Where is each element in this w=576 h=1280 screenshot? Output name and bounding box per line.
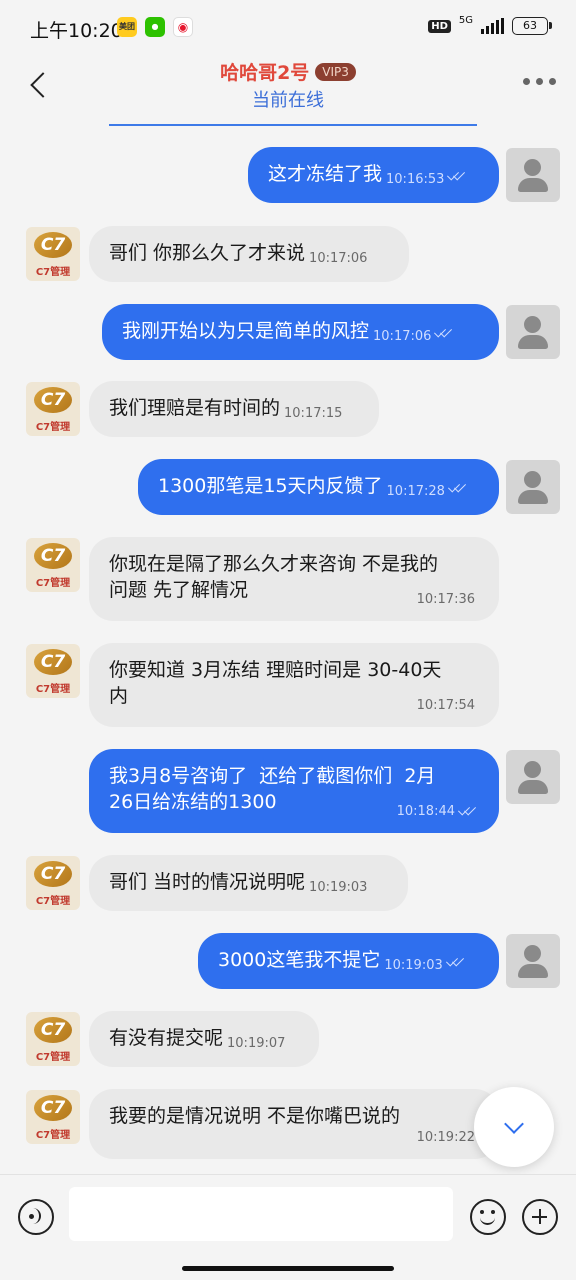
message-text: 哥们 你那么久了才来说: [109, 242, 306, 264]
message-row: C7 C7管理 哥们 当时的情况说明呢 10:19:03: [0, 855, 576, 911]
message-time: 10:17:28: [386, 484, 445, 499]
status-app-icons: 美团 ● ◉: [117, 17, 193, 37]
input-bar: [0, 1174, 576, 1280]
meituan-icon: 美团: [117, 17, 137, 37]
message-time: 10:18:44: [396, 804, 455, 819]
message-time-group: 10:18:44: [397, 799, 477, 825]
read-check-icon: [448, 171, 466, 181]
signal-icon: [481, 18, 504, 34]
message-time: 10:17:54: [416, 698, 475, 713]
vip-badge: VIP3: [315, 63, 356, 81]
read-check-icon: [447, 957, 465, 967]
my-avatar[interactable]: [506, 460, 560, 514]
message-row: C7 C7管理 你现在是隔了那么久才来咨询 不是我的 问题 先了解情况 10:17…: [0, 537, 576, 621]
message-time: 10:19:03: [309, 880, 368, 895]
online-status: 当前在线: [252, 90, 324, 111]
message-row: 我3月8号咨询了 还给了截图你们 2月 26日给冻结的1300 10:18:44: [0, 749, 576, 833]
contact-avatar[interactable]: C7 C7管理: [26, 1012, 80, 1066]
battery-icon: 63: [512, 17, 552, 35]
status-indicators: HD 5G 63: [428, 14, 552, 35]
message-text: 哥们 当时的情况说明呢: [109, 871, 306, 893]
message-row: 3000这笔我不提它 10:19:03: [0, 933, 576, 989]
home-indicator: [182, 1266, 394, 1271]
message-bubble-incoming[interactable]: 有没有提交呢 10:19:07: [89, 1011, 319, 1067]
status-bar: 上午10:20 美团 ● ◉ HD 5G 63: [0, 0, 576, 56]
message-bubble-incoming[interactable]: 我们理赔是有时间的 10:17:15: [89, 381, 379, 437]
my-avatar[interactable]: [506, 934, 560, 988]
message-text: 我们理赔是有时间的: [109, 397, 281, 419]
message-text: 我刚开始以为只是简单的风控: [122, 320, 370, 342]
message-bubble-incoming[interactable]: 哥们 你那么久了才来说 10:17:06: [89, 226, 409, 282]
message-time: 10:19:22: [416, 1130, 475, 1145]
message-text: 有没有提交呢: [109, 1027, 224, 1049]
status-time: 上午10:20: [30, 20, 123, 42]
message-time: 10:16:53: [386, 172, 445, 187]
wechat-icon: ●: [145, 17, 165, 37]
contact-avatar[interactable]: C7 C7管理: [26, 1090, 80, 1144]
message-text: 你要知道 3月冻结 理赔时间是 30-40天 内: [109, 659, 442, 707]
message-time: 10:19:07: [227, 1036, 286, 1051]
message-time: 10:17:36: [416, 592, 475, 607]
my-avatar[interactable]: [506, 148, 560, 202]
weibo-icon: ◉: [173, 17, 193, 37]
contact-avatar[interactable]: C7 C7管理: [26, 644, 80, 698]
message-time: 10:19:03: [384, 958, 443, 973]
contact-name[interactable]: 哈哈哥2号: [220, 62, 309, 84]
contact-avatar[interactable]: C7 C7管理: [26, 856, 80, 910]
message-bubble-incoming[interactable]: 哥们 当时的情况说明呢 10:19:03: [89, 855, 408, 911]
message-time: 10:17:06: [373, 329, 432, 344]
message-row: 1300那笔是15天内反馈了 10:17:28: [0, 459, 576, 515]
message-bubble-outgoing[interactable]: 这才冻结了我 10:16:53: [248, 147, 499, 203]
my-avatar[interactable]: [506, 305, 560, 359]
contact-avatar[interactable]: C7 C7管理: [26, 382, 80, 436]
message-row: C7 C7管理 我们理赔是有时间的 10:17:15: [0, 381, 576, 437]
message-input[interactable]: [69, 1187, 453, 1241]
message-bubble-outgoing[interactable]: 1300那笔是15天内反馈了 10:17:28: [138, 459, 499, 515]
plus-icon[interactable]: [522, 1199, 558, 1235]
header-underline: [109, 124, 477, 126]
message-text: 3000这笔我不提它: [218, 949, 381, 971]
message-bubble-incoming[interactable]: 你现在是隔了那么久才来咨询 不是我的 问题 先了解情况 10:17:36: [89, 537, 499, 621]
my-avatar[interactable]: [506, 750, 560, 804]
message-bubble-outgoing[interactable]: 3000这笔我不提它 10:19:03: [198, 933, 499, 989]
message-bubble-incoming[interactable]: 你要知道 3月冻结 理赔时间是 30-40天 内 10:17:54: [89, 643, 499, 727]
message-bubble-incoming[interactable]: 我要的是情况说明 不是你嘴巴说的 10:19:22: [89, 1089, 499, 1159]
message-text: 你现在是隔了那么久才来咨询 不是我的 问题 先了解情况: [109, 553, 439, 601]
voice-input-icon[interactable]: [18, 1199, 54, 1235]
more-options-icon[interactable]: [523, 78, 556, 85]
message-bubble-outgoing[interactable]: 我3月8号咨询了 还给了截图你们 2月 26日给冻结的1300 10:18:44: [89, 749, 499, 833]
message-time: 10:17:15: [284, 406, 343, 421]
scroll-to-bottom-button[interactable]: [474, 1087, 554, 1167]
contact-avatar[interactable]: C7 C7管理: [26, 227, 80, 281]
read-check-icon: [459, 806, 477, 816]
read-check-icon: [449, 483, 467, 493]
contact-avatar[interactable]: C7 C7管理: [26, 538, 80, 592]
emoji-icon[interactable]: [470, 1199, 506, 1235]
message-row: C7 C7管理 哥们 你那么久了才来说 10:17:06: [0, 226, 576, 282]
message-row: C7 C7管理 你要知道 3月冻结 理赔时间是 30-40天 内 10:17:54: [0, 643, 576, 727]
message-text: 我要的是情况说明 不是你嘴巴说的: [109, 1105, 401, 1127]
message-time: 10:17:06: [309, 251, 368, 266]
message-row: 我刚开始以为只是简单的风控 10:17:06: [0, 304, 576, 360]
message-text: 我3月8号咨询了 还给了截图你们 2月 26日给冻结的1300: [109, 765, 436, 813]
read-check-icon: [435, 328, 453, 338]
message-row: 这才冻结了我 10:16:53: [0, 147, 576, 203]
network-type: 5G: [458, 14, 473, 26]
contact-title: 哈哈哥2号 VIP3: [0, 58, 576, 85]
chat-header: 哈哈哥2号 VIP3 当前在线: [0, 56, 576, 126]
message-row: C7 C7管理 有没有提交呢 10:19:07: [0, 1011, 576, 1067]
message-list[interactable]: 这才冻结了我 10:16:53 C7 C7管理 哥们 你那么久了才来说 10:17:0…: [0, 130, 576, 1174]
message-bubble-outgoing[interactable]: 我刚开始以为只是简单的风控 10:17:06: [102, 304, 499, 360]
message-text: 1300那笔是15天内反馈了: [158, 475, 383, 497]
message-text: 这才冻结了我: [268, 163, 383, 185]
hd-icon: HD: [428, 19, 451, 33]
